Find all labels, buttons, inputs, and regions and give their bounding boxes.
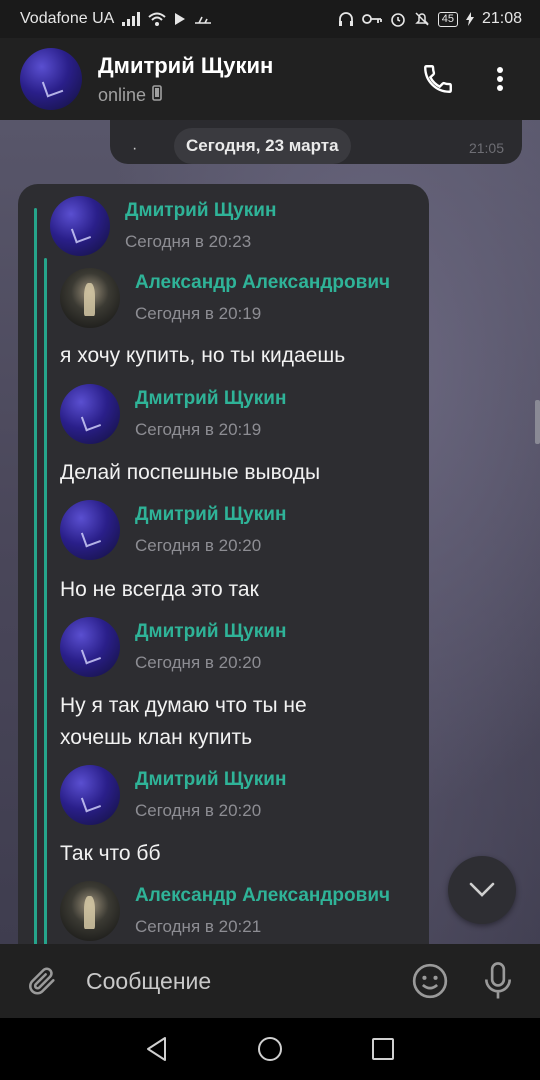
mute-icon <box>414 11 430 27</box>
battery-icon: 45 <box>437 11 458 27</box>
back-triangle-icon <box>146 1037 166 1061</box>
sender-name: Дмитрий Щукин <box>135 504 287 525</box>
forward-header: Александр Александрович Сегодня в 20:21 <box>60 881 390 941</box>
clock: 21:08 <box>481 10 522 27</box>
contact-name: Дмитрий Щукин <box>98 52 274 78</box>
sender-name: Дмитрий Щукин <box>125 200 277 221</box>
chat-area[interactable]: · 21:05 Сегодня, 23 марта Дмитрий Щукин … <box>0 120 540 944</box>
call-button[interactable] <box>418 59 458 99</box>
contact-avatar[interactable] <box>20 48 82 110</box>
sender-avatar <box>60 384 120 444</box>
message-composer: Сообщение <box>0 944 540 1018</box>
phone-icon <box>424 65 452 93</box>
scrollbar-thumb[interactable] <box>535 400 540 444</box>
status-bar: Vodafone UA 45 21:08 <box>0 0 540 38</box>
back-button[interactable] <box>137 1029 177 1069</box>
forward-header: Дмитрий Щукин Сегодня в 20:19 <box>60 384 286 444</box>
charging-icon <box>465 12 474 26</box>
forward-header: Александр Александрович Сегодня в 20:19 <box>60 268 390 328</box>
smiley-icon <box>412 963 448 999</box>
sender-time: Сегодня в 20:21 <box>135 917 262 936</box>
key-icon <box>361 13 382 25</box>
date-separator: Сегодня, 23 марта <box>174 128 351 164</box>
forward-header: Дмитрий Щукин Сегодня в 20:20 <box>60 765 286 825</box>
emoji-button[interactable] <box>408 959 452 1003</box>
sender-time: Сегодня в 20:20 <box>135 536 262 555</box>
previous-message-text: · <box>132 140 138 157</box>
sender-time: Сегодня в 20:20 <box>135 653 262 672</box>
microphone-icon <box>484 962 512 999</box>
recents-square-icon <box>372 1038 395 1060</box>
kebab-menu-icon <box>497 67 503 91</box>
paperclip-icon <box>29 967 55 995</box>
chevron-down-icon <box>469 882 495 897</box>
forward-header: Дмитрий Щукин Сегодня в 20:20 <box>60 500 286 560</box>
sender-name: Дмитрий Щукин <box>135 621 287 642</box>
sender-name: Дмитрий Щукин <box>135 388 287 409</box>
play-icon <box>174 13 186 25</box>
message-text: Но не всегда это так <box>60 578 259 601</box>
sender-name: Дмитрий Щукин <box>135 769 287 790</box>
message-text: Делай поспешные выводы <box>60 461 321 484</box>
forward-bar-inner <box>44 258 47 944</box>
carrier-label: Vodafone UA <box>20 10 115 27</box>
sender-avatar <box>60 765 120 825</box>
sender-time: Сегодня в 20:20 <box>135 801 262 820</box>
phone-device-icon <box>152 84 162 106</box>
sender-avatar <box>50 196 110 256</box>
contact-info[interactable]: Дмитрий Щукин online <box>98 53 396 106</box>
usb-icon <box>194 13 212 25</box>
voice-message-button[interactable] <box>476 959 520 1003</box>
message-input[interactable]: Сообщение <box>86 968 384 995</box>
sender-time: Сегодня в 20:19 <box>135 420 262 439</box>
sender-time: Сегодня в 20:23 <box>125 232 252 251</box>
signal-icon <box>122 12 141 26</box>
more-options-button[interactable] <box>480 59 520 99</box>
system-nav-bar <box>0 1018 540 1080</box>
message-text: Так что бб <box>60 842 161 865</box>
forwarded-message-bubble[interactable]: Дмитрий Щукин Сегодня в 20:23 Александр … <box>18 184 429 944</box>
home-circle-icon <box>257 1037 282 1061</box>
alarm-icon <box>390 11 406 27</box>
message-text: Ну я так думаю что ты не хочешь клан куп… <box>60 694 307 749</box>
previous-message-time: 21:05 <box>468 140 504 156</box>
wifi-icon <box>148 12 166 26</box>
scroll-down-button[interactable] <box>448 856 516 924</box>
headset-icon <box>338 11 354 27</box>
sender-avatar <box>60 268 120 328</box>
contact-status: online <box>98 84 147 105</box>
sender-avatar <box>60 617 120 677</box>
sender-avatar <box>60 500 120 560</box>
recents-button[interactable] <box>363 1029 403 1069</box>
sender-avatar <box>60 881 120 941</box>
forward-bar-outer <box>34 208 37 944</box>
sender-name: Александр Александрович <box>135 272 391 293</box>
sender-name: Александр Александрович <box>135 885 391 906</box>
attach-button[interactable] <box>20 959 64 1003</box>
forward-header: Дмитрий Щукин Сегодня в 20:23 <box>50 196 276 256</box>
home-button[interactable] <box>250 1029 290 1069</box>
message-text: я хочу купить, но ты кидаешь <box>60 344 346 367</box>
forward-header: Дмитрий Щукин Сегодня в 20:20 <box>60 617 286 677</box>
chat-header: Дмитрий Щукин online <box>0 38 540 120</box>
sender-time: Сегодня в 20:19 <box>135 304 262 323</box>
